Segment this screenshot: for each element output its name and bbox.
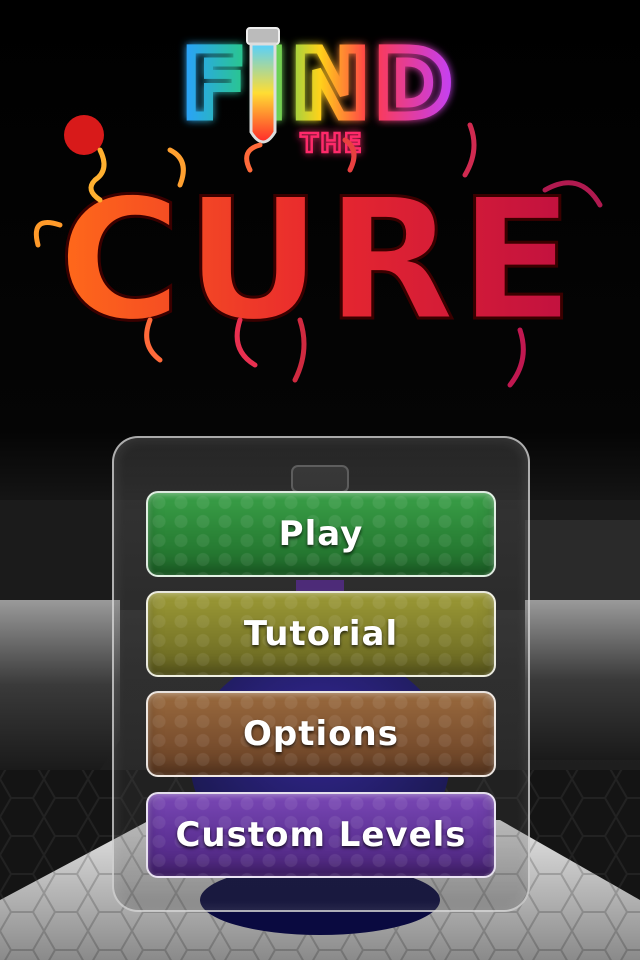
options-button[interactable]: Options <box>146 691 496 777</box>
tutorial-button-label: Tutorial <box>243 614 399 654</box>
test-tube-icon <box>246 27 280 144</box>
game-logo: FIND THE CURE <box>33 27 603 388</box>
tutorial-button[interactable]: Tutorial <box>146 591 496 677</box>
game-main-menu: FIND THE CURE Play Tutorial Options Cust… <box>0 0 640 960</box>
logo-cure-text: CURE <box>58 162 578 358</box>
play-button[interactable]: Play <box>146 491 496 577</box>
options-button-label: Options <box>243 714 399 754</box>
play-button-label: Play <box>278 514 364 554</box>
custom-levels-button-label: Custom Levels <box>175 815 467 855</box>
logo-find-text: FIND <box>183 31 457 138</box>
custom-levels-button[interactable]: Custom Levels <box>146 792 496 878</box>
